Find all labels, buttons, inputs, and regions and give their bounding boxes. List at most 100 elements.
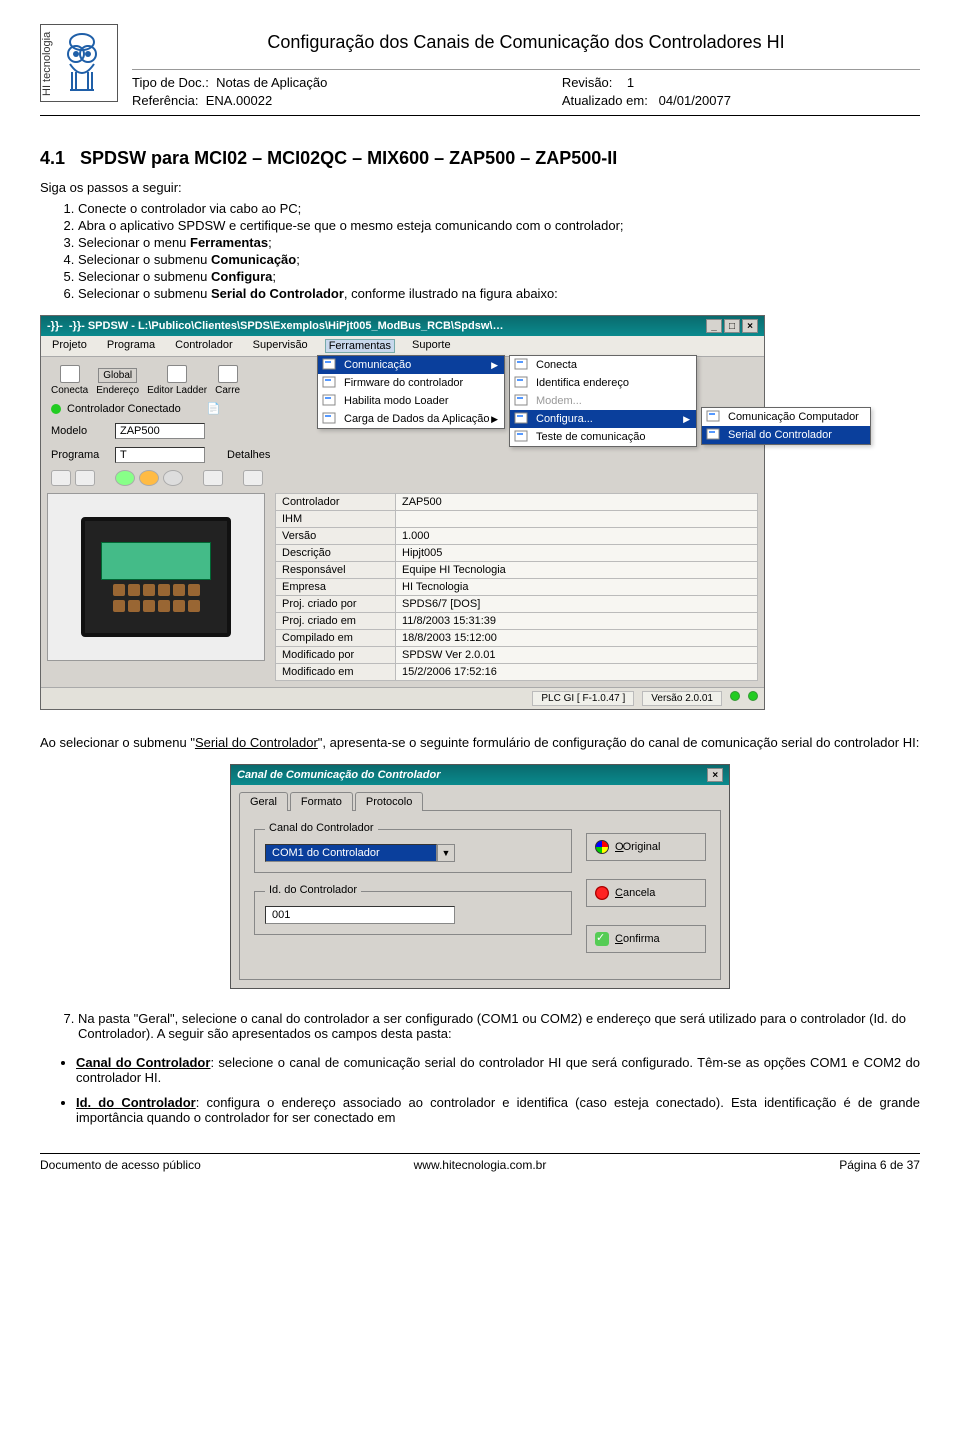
menu-item[interactable]: Comunicação Computador [702,408,870,426]
menu-item-label: Habilita modo Loader [344,395,449,407]
spdsw-main-window: -}}- -}}- SPDSW - L:\Publico\Clientes\SP… [40,315,765,710]
window-title: -}}- SPDSW - L:\Publico\Clientes\SPDS\Ex… [69,320,504,332]
menu-item[interactable]: Firmware do controlador [318,374,504,392]
led-icon [139,470,159,486]
ferramentas-menu-popup: Comunicação ▶ Firmware do controlador Habil… [317,355,505,429]
programa-value: T [115,447,205,463]
menu-item[interactable]: Habilita modo Loader [318,392,504,410]
prop-key: Responsável [276,562,396,579]
prop-val: 18/8/2003 15:12:00 [396,630,758,647]
global-button[interactable]: GlobalEndereço [96,368,139,396]
menu-item-label: Serial do Controlador [728,429,832,441]
menu-item-icon [514,358,530,372]
ref-label: Referência: [132,92,198,110]
statusbar: PLC GI [ F-1.0.47 ] Versão 2.0.01 [41,687,764,709]
tab-formato[interactable]: Formato [290,792,353,811]
field-descriptions: Canal do Controlador: selecione o canal … [76,1055,920,1125]
prop-key: Modificado em [276,664,396,681]
menu-ferramentas[interactable]: Ferramentas [325,339,395,353]
menu-programa[interactable]: Programa [104,339,158,353]
menu-item-icon [514,412,530,426]
confirm-button[interactable]: Confirma [586,925,706,953]
rev-label: Revisão: [562,75,613,90]
meta-right: Revisão: 1 Atualizado em: 04/01/20077 [562,74,920,109]
pill-icon[interactable] [203,470,223,486]
rev: 1 [627,75,634,90]
menu-projeto[interactable]: Projeto [49,339,90,353]
group-id-legend: Id. do Controlador [265,884,361,896]
upload-icon [218,365,238,383]
menu-item-icon [322,358,338,372]
updated-label: Atualizado em: [562,93,648,108]
tab-geral[interactable]: Geral [239,792,288,811]
details-icon[interactable]: 📄 [207,402,221,415]
menu-item-icon [514,376,530,390]
device-graphic [81,517,231,637]
menu-item-label: Teste de comunicação [536,431,645,443]
menu-item-label: Conecta [536,359,577,371]
carre-button[interactable]: Carre [215,365,240,396]
pill-icon[interactable] [51,470,71,486]
led-icon [730,691,740,701]
menu-item[interactable]: Conecta [510,356,696,374]
canal-combo-value: COM1 do Controlador [265,844,437,862]
prop-val: Hipjt005 [396,545,758,562]
prop-key: Descrição [276,545,396,562]
close-button[interactable]: × [707,768,723,782]
dialog-title: Canal de Comunicação do Controlador [237,769,441,781]
steps-list-cont: Na pasta "Geral", selecione o canal do c… [60,1011,920,1041]
menu-supervisao[interactable]: Supervisão [250,339,311,353]
header-right: Configuração dos Canais de Comunicação d… [132,24,920,109]
canal-combo[interactable]: COM1 do Controlador ▼ [265,844,455,862]
mid-paragraph: Ao selecionar o submenu "Serial do Contr… [40,734,920,752]
prop-val: SPDSW Ver 2.0.01 [396,647,758,664]
steps-list: Conecte o controlador via cabo ao PC; Ab… [60,201,920,301]
chevron-right-icon: ▶ [683,414,690,425]
properties-table: ControladorZAP500IHMVersão1.000Descrição… [275,493,758,681]
modelo-value: ZAP500 [115,423,205,439]
menu-item-label: Comunicação Computador [728,411,859,423]
menu-item[interactable]: Serial do Controlador [702,426,870,444]
tab-protocolo[interactable]: Protocolo [355,792,423,811]
chevron-down-icon[interactable]: ▼ [437,844,455,862]
prop-val: 1.000 [396,528,758,545]
menu-item[interactable]: Modem... [510,392,696,410]
menu-item[interactable]: Comunicação ▶ [318,356,504,374]
menu-item[interactable]: Identifica endereço [510,374,696,392]
menu-item[interactable]: Configura... ▶ [510,410,696,428]
configura-menu-popup: Comunicação Computador Serial do Controla… [701,407,871,445]
conecta-button[interactable]: Conecta [51,365,88,396]
prop-key: Proj. criado por [276,596,396,613]
section-title: SPDSW para MCI02 – MCI02QC – MIX600 – ZA… [80,148,617,168]
pill-icon[interactable] [243,470,263,486]
editor-ladder-button[interactable]: Editor Ladder [147,365,207,396]
step-3: Selecionar o menu Ferramentas; [78,235,920,250]
prop-key: Empresa [276,579,396,596]
cancel-button[interactable]: Cancela [586,879,706,907]
menu-item[interactable]: Teste de comunicação [510,428,696,446]
close-button[interactable]: × [742,319,758,333]
icon-pill-row [47,467,758,489]
detalhes-button[interactable]: Detalhes [227,449,270,461]
chevron-right-icon: ▶ [491,360,498,371]
company-logo: HI tecnologia [40,24,118,102]
prop-val: SPDS6/7 [DOS] [396,596,758,613]
original-button[interactable]: OOriginal [586,833,706,861]
pill-icon[interactable] [75,470,95,486]
led-icon [115,470,135,486]
menu-item[interactable]: Carga de Dados da Aplicação▶ [318,410,504,428]
maximize-button[interactable]: □ [724,319,740,333]
check-icon [595,932,609,946]
menu-item-label: Configura... [536,413,593,425]
menu-controlador[interactable]: Controlador [172,339,235,353]
minimize-button[interactable]: _ [706,319,722,333]
id-input[interactable]: 001 [265,906,455,924]
menu-item-icon [322,376,338,390]
step-7: Na pasta "Geral", selecione o canal do c… [78,1011,920,1041]
app-body: Conecta GlobalEndereço Editor Ladder Car… [41,357,764,687]
canal-dialog: Canal de Comunicação do Controlador × Ge… [230,764,730,989]
menu-item-label: Comunicação [344,359,411,371]
doc-type-label: Tipo de Doc.: [132,74,209,92]
menu-suporte[interactable]: Suporte [409,339,454,353]
menu-item-icon [514,394,530,408]
